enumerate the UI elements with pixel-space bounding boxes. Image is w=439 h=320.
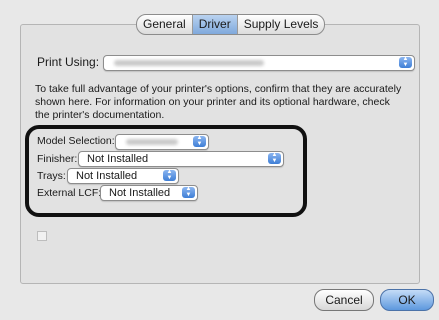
up-down-arrows-icon: ▲ ▼ <box>163 169 176 181</box>
finisher-popup[interactable]: Not Installed ▲ ▼ <box>78 151 284 167</box>
finisher-label: Finisher: <box>37 153 78 165</box>
model-selection-label: Model Selection: <box>37 135 115 147</box>
trays-value: Not Installed <box>76 170 138 182</box>
description-text: To take full advantage of your printer's… <box>35 83 402 121</box>
disabled-checkbox[interactable] <box>37 231 47 241</box>
tab-general[interactable]: General <box>137 15 193 34</box>
external-lcf-popup[interactable]: Not Installed ▲ ▼ <box>100 185 198 201</box>
up-down-arrows-icon: ▲ ▼ <box>268 152 281 164</box>
up-down-arrows-icon: ▲ ▼ <box>182 186 195 198</box>
print-using-popup[interactable]: ▲ ▼ <box>103 55 415 71</box>
tab-bar: General Driver Supply Levels <box>136 14 326 35</box>
ok-button[interactable]: OK <box>380 289 434 311</box>
external-lcf-label: External LCF: <box>37 187 102 199</box>
up-down-arrows-icon: ▲ ▼ <box>399 56 412 68</box>
trays-label: Trays: <box>37 170 66 182</box>
model-selection-popup[interactable]: ▲ ▼ <box>115 134 209 150</box>
disabled-checkbox-label <box>50 230 90 238</box>
tab-driver[interactable]: Driver <box>192 15 238 34</box>
cancel-button[interactable]: Cancel <box>314 289 374 311</box>
obscured-value <box>114 60 264 66</box>
up-down-arrows-icon: ▲ ▼ <box>193 135 206 147</box>
finisher-value: Not Installed <box>87 153 149 165</box>
external-lcf-value: Not Installed <box>109 187 171 199</box>
print-using-label: Print Using: <box>37 55 100 69</box>
tab-supply-levels[interactable]: Supply Levels <box>238 15 325 34</box>
trays-popup[interactable]: Not Installed ▲ ▼ <box>67 168 179 184</box>
obscured-value <box>126 139 178 145</box>
